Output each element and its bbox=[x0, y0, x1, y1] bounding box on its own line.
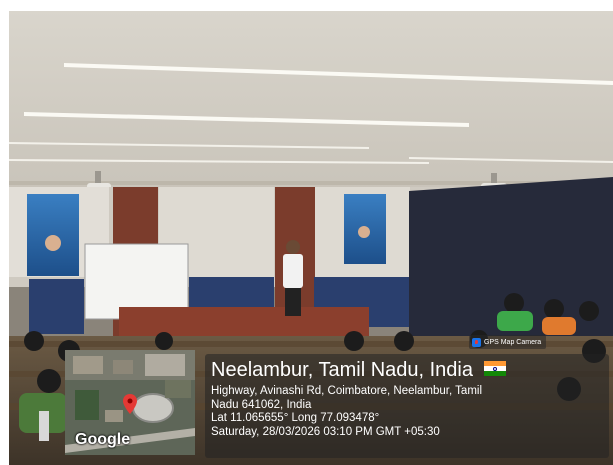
location-pin-icon bbox=[123, 394, 137, 414]
address-line-2: Nadu 641062, India bbox=[211, 398, 312, 411]
google-logo: Google bbox=[75, 431, 131, 448]
gps-badge-label: GPS Map Camera bbox=[484, 338, 542, 346]
address-block: Highway, Avinashi Rd, Coimbatore, Neelam… bbox=[211, 385, 607, 439]
coordinates: Lat 11.065655° Long 77.093478° bbox=[211, 412, 380, 424]
lecture-hall-photo: Google GPS Map Camera Neelambur, Tamil N… bbox=[9, 11, 613, 465]
location-title: Neelambur, Tamil Nadu, India bbox=[211, 359, 473, 381]
address-line-1: Highway, Avinashi Rd, Coimbatore, Neelam… bbox=[211, 385, 483, 397]
date-time: Saturday, 28/03/2026 03:10 PM GMT +05:30 bbox=[211, 425, 440, 438]
india-flag-icon bbox=[483, 361, 506, 377]
gps-map-camera-badge: GPS Map Camera bbox=[469, 335, 547, 349]
location-title-row: Neelambur, Tamil Nadu, India bbox=[211, 359, 506, 382]
location-info-box: Neelambur, Tamil Nadu, India Highway, Av… bbox=[205, 354, 609, 458]
map-thumbnail[interactable]: Google bbox=[65, 350, 195, 455]
gps-map-camera-icon bbox=[472, 337, 481, 347]
